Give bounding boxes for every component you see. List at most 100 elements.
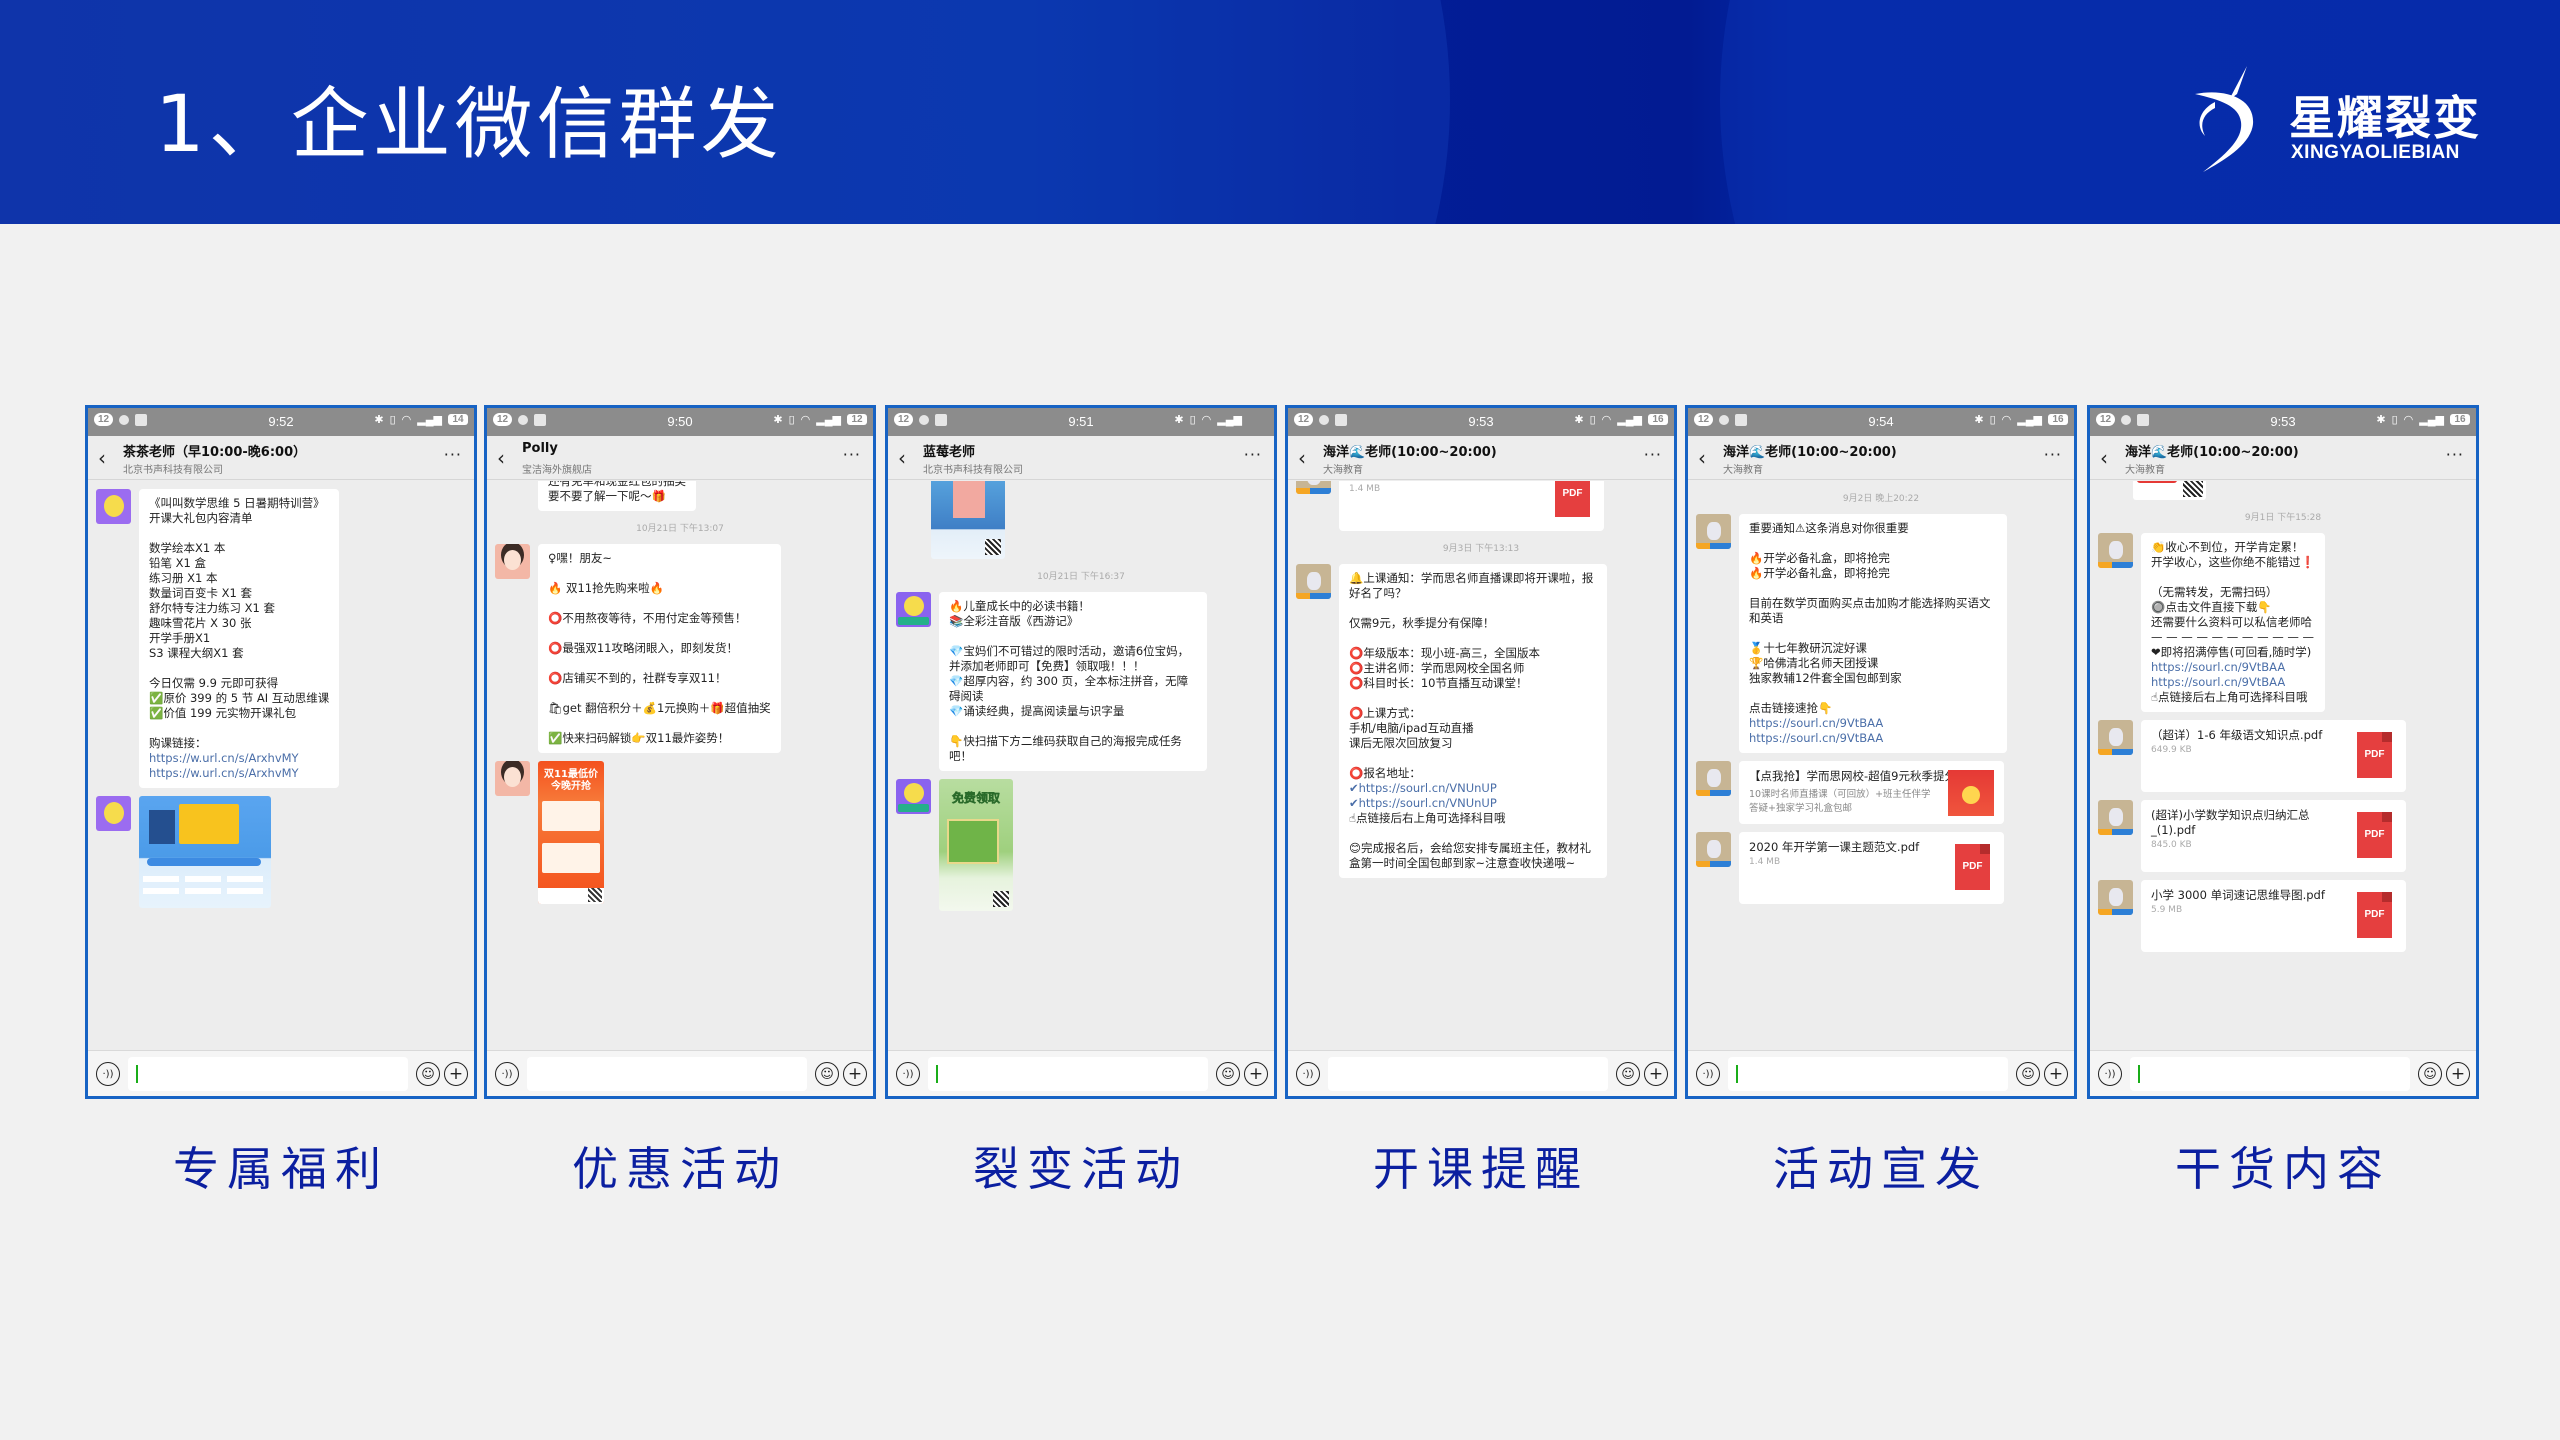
message-line: ⭕主讲名师：学而思网校全国名师 xyxy=(1349,661,1525,675)
file-name: （超详）1-6 年级语文知识点.pdf xyxy=(2151,728,2323,742)
plus-icon[interactable]: + xyxy=(1244,1062,1268,1086)
file-message[interactable]: 小学 3000 单词速记思维导图.pdf 5.9 MB PDF xyxy=(2141,880,2406,952)
emoji-icon[interactable]: ☺ xyxy=(2418,1062,2442,1086)
more-options-button[interactable]: ··· xyxy=(2044,445,2062,464)
chat-header: ‹ 海洋🌊老师(10:00~20:00) 大海教育 ··· xyxy=(2090,436,2476,480)
emoji-icon[interactable]: ☺ xyxy=(815,1062,839,1086)
voice-input-icon[interactable]: ·)) xyxy=(96,1062,120,1086)
voice-input-icon[interactable]: ·)) xyxy=(1696,1062,1720,1086)
back-button[interactable]: ‹ xyxy=(2100,446,2108,470)
file-message[interactable]: （超详）1-6 年级语文知识点.pdf 649.9 KB PDF xyxy=(2141,720,2406,792)
sender-avatar[interactable] xyxy=(896,592,931,627)
message-line xyxy=(548,566,771,581)
plus-icon[interactable]: + xyxy=(2446,1062,2470,1086)
message-line: ⭕科目时长：10节直播互动课堂！ xyxy=(1349,676,1528,690)
chat-messages[interactable]: 《叫叫数学思维 5 日暑期特训营》 开课大礼包内容清单 数学绘本X1 本铅笔 X1 … xyxy=(88,481,474,1050)
back-button[interactable]: ‹ xyxy=(497,446,505,470)
file-message[interactable]: (超详)小学数学知识点归纳汇总_(1).pdf 845.0 KB PDF xyxy=(2141,800,2406,872)
more-options-button[interactable]: ··· xyxy=(843,445,861,464)
emoji-icon[interactable]: ☺ xyxy=(2016,1062,2040,1086)
message-input[interactable] xyxy=(1728,1057,2008,1091)
plus-icon[interactable]: + xyxy=(843,1062,867,1086)
back-button[interactable]: ‹ xyxy=(98,446,106,470)
message-input[interactable] xyxy=(928,1057,1208,1091)
more-options-button[interactable]: ··· xyxy=(1644,445,1662,464)
logo-en-text: XINGYAOLIEBIAN xyxy=(2291,142,2460,163)
message-line: ⭕上课方式： xyxy=(1349,706,1421,720)
message-input[interactable] xyxy=(527,1057,807,1091)
sender-avatar[interactable] xyxy=(2098,720,2133,755)
emoji-icon[interactable]: ☺ xyxy=(1616,1062,1640,1086)
message-line xyxy=(1349,691,1597,706)
back-button[interactable]: ‹ xyxy=(1298,446,1306,470)
chat-messages[interactable]: 9月2日 晚上20:22 重要通知⚠这条消息对你很重要 🔥开学必备礼盒，即将抢完 🔥开… xyxy=(1688,481,2074,1050)
chat-message: ♀嘿！朋友~ 🔥 双11抢先购来啦🔥 ⭕不用熬夜等待，不用付定金等预售！ ⭕最强双11… xyxy=(495,544,865,753)
chat-messages[interactable]: 2020 年开学第一课主题范文.pdf1.4 MBPDF 9月3日 下午13:13… xyxy=(1288,481,1674,1050)
sender-avatar[interactable] xyxy=(1696,832,1731,867)
chat-messages[interactable]: 9月1日 下午15:28 👏收心不到位，开学肯定累！ 开学收心，这些你绝不能错过❗ （… xyxy=(2090,481,2476,1050)
more-options-button[interactable]: ··· xyxy=(2446,445,2464,464)
chat-messages[interactable]: 还有免单和现金红包的抽奖 要不要了解一下呢～🎁 10月21日 下午13:07 ♀嘿！朋… xyxy=(487,481,873,1050)
book-poster-top-image[interactable] xyxy=(931,481,1005,559)
file-message[interactable]: 2020 年开学第一课主题范文.pdf1.4 MBPDF xyxy=(1739,832,2004,904)
message-link[interactable]: https://sourl.cn/9VtBAA xyxy=(1749,716,1997,731)
sender-avatar[interactable] xyxy=(96,796,131,831)
free-book-poster-image[interactable]: 免费领取 xyxy=(939,779,1013,911)
message-line xyxy=(548,626,771,641)
voice-input-icon[interactable]: ·)) xyxy=(896,1062,920,1086)
sender-avatar[interactable] xyxy=(1696,514,1731,549)
sender-avatar[interactable] xyxy=(1296,564,1331,599)
message-input[interactable] xyxy=(128,1057,408,1091)
sender-avatar[interactable] xyxy=(896,779,931,814)
sender-avatar[interactable] xyxy=(96,489,131,524)
chat-title: 蓝莓老师 xyxy=(923,445,976,460)
double11-poster-image[interactable]: 双11最低价 今晚开抢 xyxy=(538,761,604,904)
sender-avatar[interactable] xyxy=(2098,533,2133,568)
more-options-button[interactable]: ··· xyxy=(444,445,462,464)
back-button[interactable]: ‹ xyxy=(898,446,906,470)
link-card-message[interactable]: 【点我抢】学而思网校-超值9元秋季提分礼盒 10课时名师直播课（可回放）+班主任伴… xyxy=(1739,761,2004,824)
message-input[interactable] xyxy=(1328,1057,1608,1091)
voice-input-icon[interactable]: ·)) xyxy=(1296,1062,1320,1086)
gift-kit-poster-image[interactable] xyxy=(139,796,271,908)
message-line xyxy=(548,656,771,671)
voice-input-icon[interactable]: ·)) xyxy=(495,1062,519,1086)
message-line: 今日仅需 9.9 元即可获得 xyxy=(149,676,279,690)
message-link[interactable]: https://sourl.cn/9VtBAA xyxy=(2151,675,2315,690)
file-message[interactable]: 2020 年开学第一课主题范文.pdf1.4 MBPDF xyxy=(1339,481,1604,531)
message-line: 重要通知⚠这条消息对你很重要 xyxy=(1749,521,1909,535)
message-line xyxy=(1349,826,1597,841)
message-link[interactable]: https://w.url.cn/s/ArxhvMY xyxy=(149,751,329,766)
phone-screenshot: 12 9:53 ✱ ▯ ◠ ▂▄▆ 16 ‹ 海洋🌊老师(10:00~20:00) 大海教育 ···… xyxy=(2087,405,2479,1099)
chat-messages[interactable]: 10月21日 下午16:37 🔥儿童成长中的必读书籍！ 📚全彩注音版《西游记》 💎宝妈… xyxy=(888,481,1274,1050)
chat-title: 海洋🌊老师(10:00~20:00) xyxy=(2125,445,2299,460)
message-link[interactable]: ✔https://sourl.cn/VNUnUP xyxy=(1349,796,1597,811)
more-options-button[interactable]: ··· xyxy=(1244,445,1262,464)
voice-input-icon[interactable]: ·)) xyxy=(2098,1062,2122,1086)
chat-message: 双11最低价 今晚开抢 xyxy=(495,761,865,904)
plus-icon[interactable]: + xyxy=(1644,1062,1668,1086)
message-link[interactable]: https://sourl.cn/9VtBAA xyxy=(2151,660,2315,675)
sender-avatar[interactable] xyxy=(1296,481,1331,494)
plus-icon[interactable]: + xyxy=(444,1062,468,1086)
sender-avatar[interactable] xyxy=(495,761,530,796)
sender-avatar[interactable] xyxy=(2098,800,2133,835)
message-link[interactable]: https://sourl.cn/9VtBAA xyxy=(1749,731,1997,746)
phone-caption: 活动宣发 xyxy=(1773,1142,1989,1196)
vibrate-icon: ▯ xyxy=(1989,414,1996,426)
qr-snippet-image[interactable] xyxy=(2133,481,2206,500)
emoji-icon[interactable]: ☺ xyxy=(416,1062,440,1086)
chat-scroll-content: 10月21日 下午16:37 🔥儿童成长中的必读书籍！ 📚全彩注音版《西游记》 💎宝妈… xyxy=(896,481,1266,919)
message-link[interactable]: https://w.url.cn/s/ArxhvMY xyxy=(149,766,329,781)
plus-icon[interactable]: + xyxy=(2044,1062,2068,1086)
message-link[interactable]: ✔https://sourl.cn/VNUnUP xyxy=(1349,781,1597,796)
qr-code-icon xyxy=(588,888,602,902)
status-bar: 12 9:53 ✱ ▯ ◠ ▂▄▆ 16 xyxy=(1288,408,1674,436)
back-button[interactable]: ‹ xyxy=(1698,446,1706,470)
message-input[interactable] xyxy=(2130,1057,2410,1091)
emoji-icon[interactable]: ☺ xyxy=(1216,1062,1240,1086)
sender-avatar[interactable] xyxy=(2098,880,2133,915)
gift-box-graphic xyxy=(179,804,239,844)
sender-avatar[interactable] xyxy=(495,544,530,579)
sender-avatar[interactable] xyxy=(1696,761,1731,796)
